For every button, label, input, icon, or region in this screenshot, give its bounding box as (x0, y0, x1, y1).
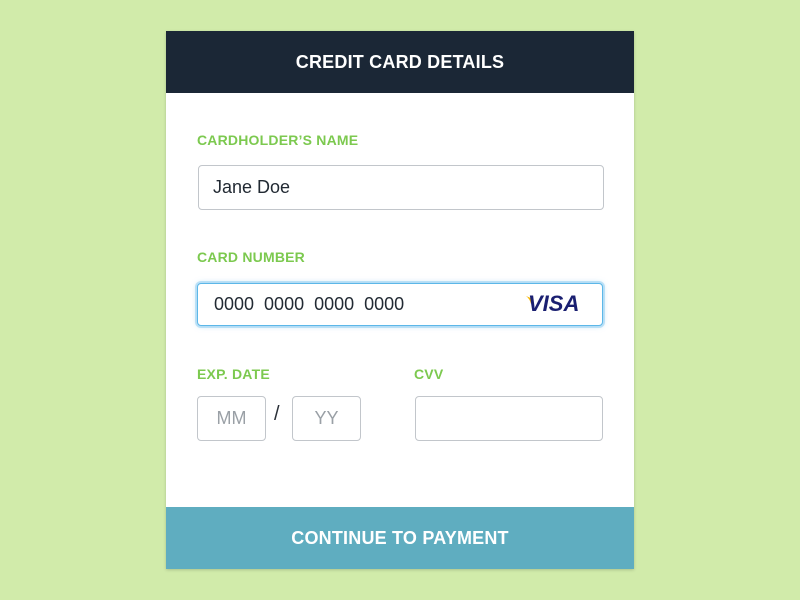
exp-year-input[interactable] (292, 396, 361, 441)
continue-to-payment-button[interactable]: CONTINUE TO PAYMENT (166, 507, 634, 569)
visa-logo-text: VISA (528, 291, 579, 316)
form-header: CREDIT CARD DETAILS (166, 31, 634, 93)
cvv-label: CVV (414, 366, 444, 382)
cvv-input[interactable] (415, 396, 603, 441)
exp-date-label: EXP. DATE (197, 366, 270, 382)
cardholder-name-input[interactable] (198, 165, 604, 210)
visa-logo-icon: VISA (526, 291, 579, 316)
credit-card-form: CREDIT CARD DETAILS CARDHOLDER’S NAME CA… (166, 31, 634, 569)
exp-month-input[interactable] (197, 396, 266, 441)
cardholder-name-label: CARDHOLDER’S NAME (197, 132, 359, 148)
form-title: CREDIT CARD DETAILS (295, 51, 505, 72)
card-number-label: CARD NUMBER (197, 249, 305, 265)
exp-date-separator: / (274, 403, 280, 425)
continue-to-payment-label: CONTINUE TO PAYMENT (291, 527, 509, 548)
